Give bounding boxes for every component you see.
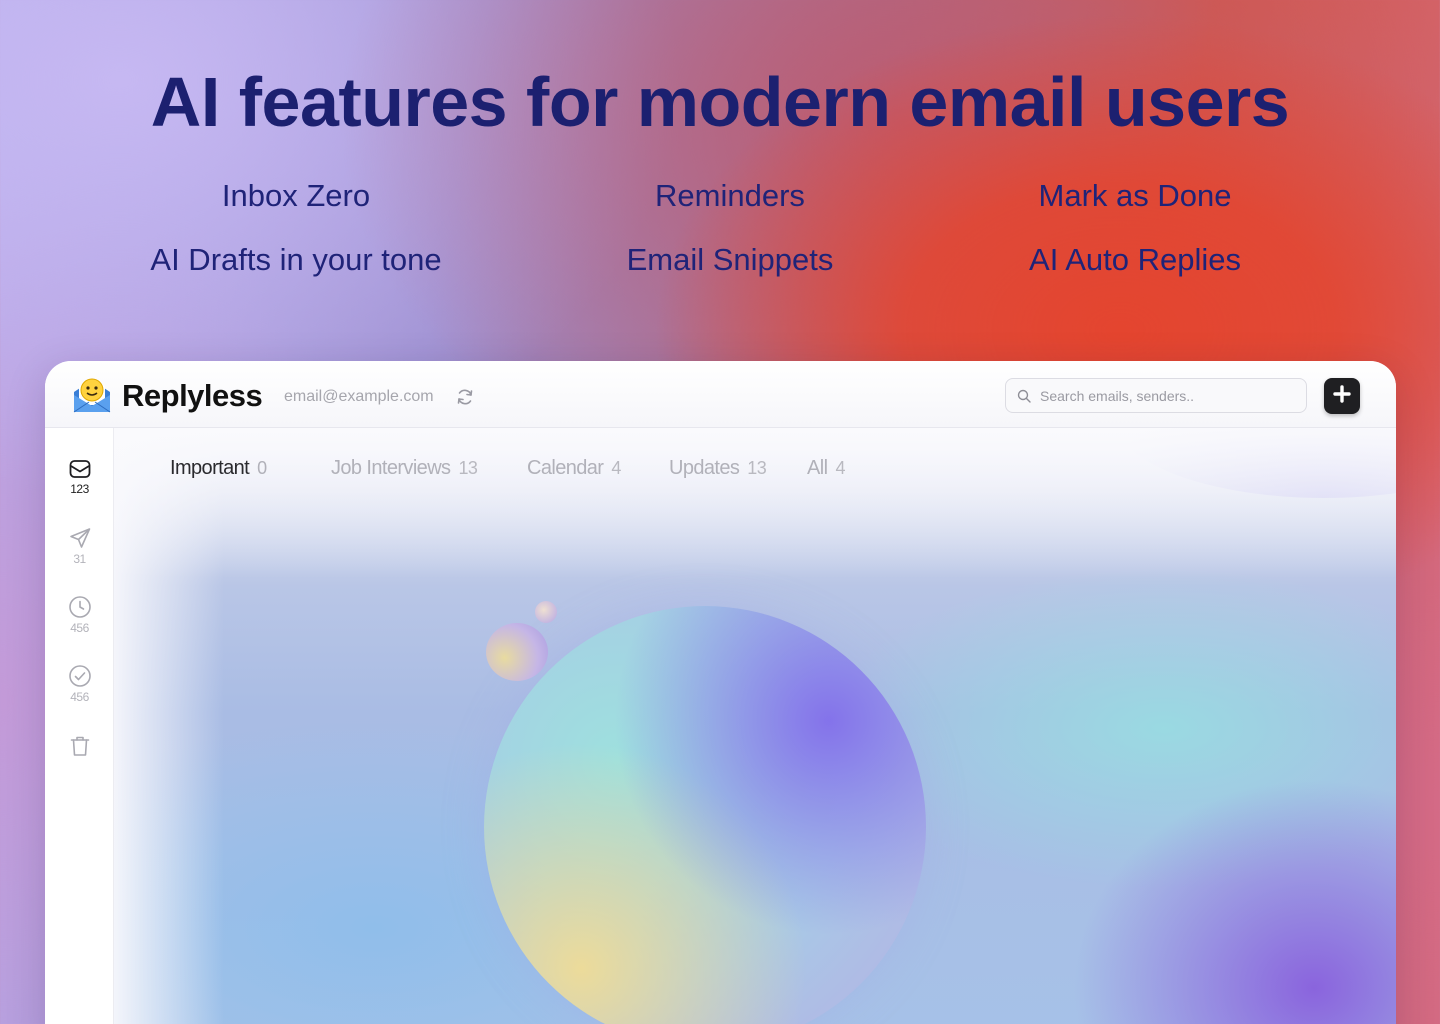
feature-ai-auto-replies: AI Auto Replies: [1029, 242, 1241, 277]
refresh-icon[interactable]: [455, 387, 475, 407]
sidebar-item-inbox[interactable]: 123: [45, 458, 114, 496]
tab-all[interactable]: All 4: [807, 457, 845, 480]
sidebar-count-done: 456: [70, 690, 89, 704]
tab-important[interactable]: Important 0: [170, 457, 267, 480]
tab-count: 0: [257, 458, 267, 478]
plus-icon: [1333, 384, 1351, 408]
tab-label: Updates: [669, 457, 740, 479]
decorative-sphere-small: [486, 623, 548, 681]
app-window: Replyless email@example.com Search email…: [45, 361, 1396, 1024]
tab-count: 13: [747, 458, 767, 478]
hero-title: AI features for modern email users: [150, 63, 1290, 141]
brand-name: Replyless: [122, 378, 263, 413]
tab-label: Important: [170, 457, 250, 479]
tab-count: 13: [458, 458, 478, 478]
send-icon: [45, 526, 114, 550]
tab-job-interviews[interactable]: Job Interviews 13: [331, 457, 478, 480]
tab-label: Job Interviews: [331, 457, 451, 479]
clock-icon: [45, 595, 114, 619]
sidebar-item-sent[interactable]: 31: [45, 526, 114, 566]
tab-count: 4: [611, 458, 621, 478]
account-email: email@example.com: [284, 388, 434, 405]
tab-updates[interactable]: Updates 13: [669, 457, 767, 480]
sidebar-count-reminders: 456: [70, 621, 89, 635]
search-input[interactable]: [1040, 379, 1300, 412]
feature-reminders: Reminders: [655, 178, 805, 213]
sidebar-count-sent: 31: [73, 552, 86, 566]
sidebar-item-trash[interactable]: [45, 734, 114, 758]
decorative-sphere-tiny: [535, 601, 557, 623]
sidebar-item-reminders[interactable]: 456: [45, 595, 114, 635]
tab-label: All: [807, 457, 828, 479]
tab-label: Calendar: [527, 457, 604, 479]
feature-mark-as-done: Mark as Done: [1038, 178, 1232, 213]
feature-inbox-zero: Inbox Zero: [221, 178, 371, 213]
feature-email-snippets: Email Snippets: [626, 242, 834, 277]
check-circle-icon: [45, 664, 114, 688]
inbox-icon: [45, 458, 114, 480]
sidebar-count-inbox: 123: [70, 482, 89, 496]
envelope-face-icon: [71, 375, 113, 415]
feature-ai-drafts: AI Drafts in your tone: [150, 242, 442, 277]
trash-icon: [45, 734, 114, 758]
search-icon: [1017, 389, 1031, 403]
sidebar: 123 31 456 456: [45, 428, 114, 1024]
tab-calendar[interactable]: Calendar 4: [527, 457, 621, 480]
decorative-sphere-large: [484, 606, 926, 1024]
tab-count: 4: [835, 458, 845, 478]
compose-button[interactable]: [1324, 378, 1360, 414]
feature-list: Inbox Zero Reminders Mark as Done AI Dra…: [0, 178, 1440, 298]
background-fade-top: [114, 428, 1396, 578]
sidebar-item-done[interactable]: 456: [45, 664, 114, 704]
top-bar: Replyless email@example.com: [45, 361, 1396, 428]
main-content: Important 0 Job Interviews 13 Calendar 4 Up…: [114, 428, 1396, 1024]
search-box[interactable]: [1005, 378, 1307, 413]
